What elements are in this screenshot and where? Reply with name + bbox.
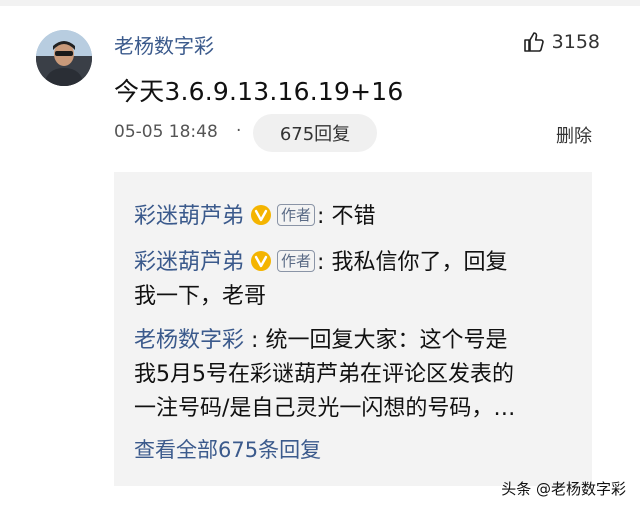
reply-text-continued: 我一下，老哥 bbox=[134, 284, 267, 309]
avatar-photo bbox=[36, 30, 92, 86]
verified-badge-icon bbox=[251, 251, 272, 271]
avatar[interactable] bbox=[36, 30, 92, 86]
reply-colon: : bbox=[251, 328, 259, 353]
delete-button[interactable]: 删除 bbox=[556, 122, 592, 148]
watermark: 头条 @老杨数字彩 bbox=[501, 480, 626, 498]
verified-badge-icon bbox=[251, 205, 272, 225]
reply-text: 统一回复大家：这个号是 bbox=[265, 328, 508, 353]
author-tag: 作者 bbox=[277, 250, 316, 272]
reply-author[interactable]: 彩迷葫芦弟 bbox=[134, 204, 244, 229]
meta-separator: · bbox=[236, 121, 242, 141]
comment-text: 今天3.6.9.13.16.19+16 bbox=[114, 77, 404, 106]
top-divider bbox=[0, 0, 640, 6]
reply-count-button[interactable]: 675回复 bbox=[253, 114, 377, 152]
reply-item[interactable]: 老杨数字彩 : 统一回复大家：这个号是 bbox=[134, 324, 507, 357]
like-button[interactable]: 3158 bbox=[522, 30, 600, 54]
reply-text-continued: 我5月5号在彩谜葫芦弟在评论区发表的 bbox=[134, 362, 514, 387]
reply-colon: : bbox=[317, 204, 325, 229]
reply-item[interactable]: 彩迷葫芦弟 作者: 不错 bbox=[134, 200, 375, 233]
thumbs-up-icon bbox=[523, 32, 544, 52]
reply-colon: : bbox=[317, 250, 325, 275]
reply-text: 不错 bbox=[331, 204, 376, 229]
reply-item[interactable]: 彩迷葫芦弟 作者: 我私信你了，回复 bbox=[134, 246, 507, 279]
like-count: 3158 bbox=[551, 31, 600, 53]
view-all-replies-link[interactable]: 查看全部675条回复 bbox=[134, 434, 321, 464]
comment-author[interactable]: 老杨数字彩 bbox=[114, 30, 214, 59]
reply-text: 我私信你了，回复 bbox=[331, 250, 508, 275]
author-tag: 作者 bbox=[277, 204, 316, 226]
replies-panel: 彩迷葫芦弟 作者: 不错 彩迷葫芦弟 作者: 我私信你了，回复 我一下，老哥 老杨数… bbox=[114, 172, 592, 486]
reply-text-continued: 一注号码/是自己灵光一闪想的号码，… bbox=[134, 396, 516, 421]
comment-timestamp: 05-05 18:48 bbox=[114, 122, 218, 142]
reply-author[interactable]: 彩迷葫芦弟 bbox=[134, 250, 244, 275]
reply-author[interactable]: 老杨数字彩 bbox=[134, 328, 244, 353]
